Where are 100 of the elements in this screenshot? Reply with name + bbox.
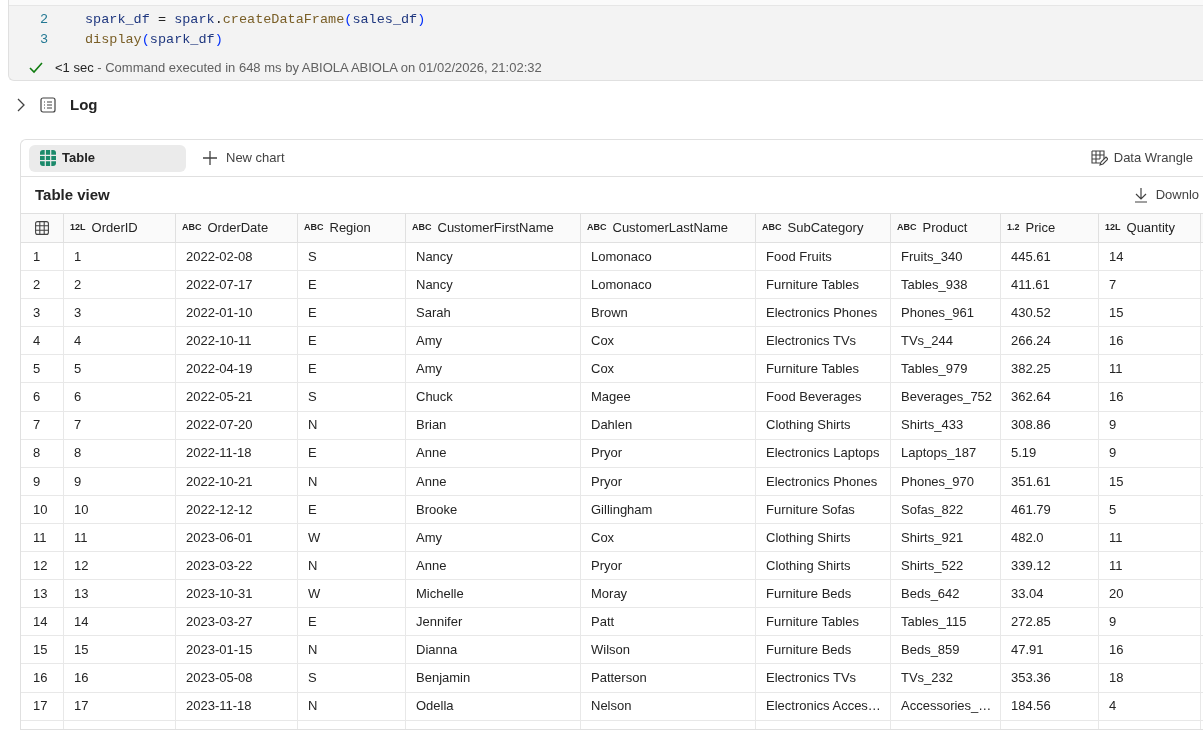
line-number: 3	[38, 30, 49, 49]
column-header[interactable]: CustomerLastName	[612, 218, 729, 238]
row-number: 16	[33, 669, 48, 688]
table-cell-text: Benjamin	[416, 669, 471, 688]
table-cell-text: 15	[1109, 304, 1124, 322]
table-cell-text: Beverages_752	[901, 388, 993, 407]
table-cell-text: Amy	[416, 332, 442, 351]
chevron-right-icon[interactable]	[16, 98, 26, 112]
column-header[interactable]: OrderID	[91, 218, 138, 238]
table-cell-text: Dianna	[416, 641, 458, 660]
table-cell-text: W	[308, 528, 321, 547]
table-cell-text: 2	[74, 275, 82, 294]
download-icon	[1133, 187, 1148, 203]
table-cell-text: 10	[74, 500, 89, 519]
table-cell-text: 411.61	[1011, 275, 1050, 294]
table-cell-text: Brooke	[416, 500, 458, 519]
log-label[interactable]: Log	[70, 93, 98, 117]
table-cell-text: 2022-05-21	[186, 388, 253, 407]
table-cell-text: Amy	[416, 528, 442, 547]
table-cell-text: 461.79	[1011, 500, 1051, 519]
table-cell-text: TVs_232	[901, 669, 954, 688]
row-number: 11	[33, 528, 47, 547]
type-tag: 12L	[1105, 221, 1121, 235]
row-number: 5	[33, 360, 41, 379]
table-cell-text: Gillingham	[591, 500, 653, 519]
row-number: 6	[33, 388, 41, 407]
table-cell-text: Michelle	[416, 584, 464, 603]
table-cell-text: 2022-10-11	[186, 332, 252, 351]
table-cell-text: 2022-12-12	[186, 500, 253, 519]
column-header[interactable]: Price	[1025, 218, 1056, 238]
table-cell-text: Lomonaco	[591, 247, 652, 266]
type-tag: 1.2	[1007, 221, 1020, 235]
table-cell-text: Electronics TVs	[766, 669, 857, 688]
data-wrangler-button[interactable]: Data Wrangle	[1089, 145, 1193, 171]
table-cell-text: TVs_244	[901, 332, 954, 351]
table-cell-text: 13	[74, 584, 89, 603]
table-cell-text: 7	[74, 416, 82, 435]
download-button[interactable]: Downlo	[1133, 185, 1199, 205]
column-header[interactable]: Region	[329, 218, 371, 238]
table-cell-text: 3	[74, 304, 82, 322]
table-cell-text: N	[308, 472, 318, 491]
table-cell-text: 9	[74, 472, 82, 491]
type-tag: 12L	[70, 221, 86, 235]
table-cell-text: 1	[74, 247, 82, 266]
row-number: 17	[33, 697, 48, 716]
list-icon	[40, 97, 56, 113]
table-cell-text: 16	[74, 669, 89, 688]
table-cell-text: 6	[74, 388, 82, 407]
table-cell-text: 17	[74, 697, 89, 716]
table-cell-text: E	[308, 500, 317, 519]
table-cell-text: 2023-06-01	[186, 528, 253, 547]
table-cell-text: 14	[74, 613, 89, 631]
table-cell-text: Pryor	[591, 444, 623, 463]
table-cell-text: 14	[1109, 247, 1124, 266]
table-cell-text: Dahlen	[591, 416, 633, 435]
column-header[interactable]: SubCategory	[787, 218, 864, 238]
table-cell-text: Electronics Phones	[766, 472, 878, 491]
type-tag: ABC	[182, 221, 202, 235]
table-cell-text: Shirts_433	[901, 416, 964, 435]
table-cell-text: E	[308, 360, 317, 379]
table-cell-text: N	[308, 697, 318, 716]
column-header[interactable]: Quantity	[1126, 218, 1175, 238]
table-cell-text: 4	[1109, 697, 1117, 716]
row-number: 1	[33, 247, 41, 266]
table-cell-text: 9	[1109, 416, 1117, 435]
table-cell-text: Amy	[416, 360, 442, 379]
table-cell-text: Beds_642	[901, 584, 960, 603]
table-cell-text: Anne	[416, 472, 447, 491]
table-cell-text: Moray	[591, 584, 628, 603]
table-cell-text: 16	[1109, 332, 1124, 351]
table-cell-text: 9	[1109, 613, 1117, 631]
table-cell-text: 11	[1109, 360, 1123, 379]
table-cell-text: Clothing Shirts	[766, 416, 851, 435]
column-header[interactable]: OrderDate	[207, 218, 269, 238]
table-cell-text: Brown	[591, 304, 628, 322]
table-tab[interactable]: Table	[29, 144, 186, 172]
table-cell-text: 9	[1109, 444, 1117, 463]
table-cell-text: 11	[1109, 528, 1123, 547]
type-tag: ABC	[304, 221, 324, 235]
column-header[interactable]: CustomerFirstName	[437, 218, 554, 238]
table-view-title: Table view	[35, 184, 110, 205]
table-cell-text: 4	[74, 332, 82, 351]
table-cell-text: 184.56	[1011, 697, 1051, 716]
table-cell-text: Cox	[591, 528, 615, 547]
new-chart-button[interactable]: New chart	[198, 145, 289, 171]
row-number: 14	[33, 613, 48, 631]
table-cell-text: Patterson	[591, 669, 647, 688]
plus-icon	[202, 150, 218, 166]
table-cell-text: 5	[1109, 500, 1117, 519]
table-cell-text: 18	[1109, 669, 1124, 688]
table-cell-text: 266.24	[1011, 332, 1051, 351]
row-number: 12	[33, 556, 48, 575]
table-cell-text: Electronics Phones	[766, 304, 878, 322]
table-cell-text: 445.61	[1011, 247, 1051, 266]
table-cell-text: Furniture Tables	[766, 360, 859, 379]
table-cell-text: Sofas_822	[901, 500, 964, 519]
column-header[interactable]: Product	[922, 218, 968, 238]
table-cell-text: 15	[1109, 472, 1124, 491]
grid-icon	[40, 150, 56, 166]
table-cell-text: 5.19	[1011, 444, 1037, 463]
